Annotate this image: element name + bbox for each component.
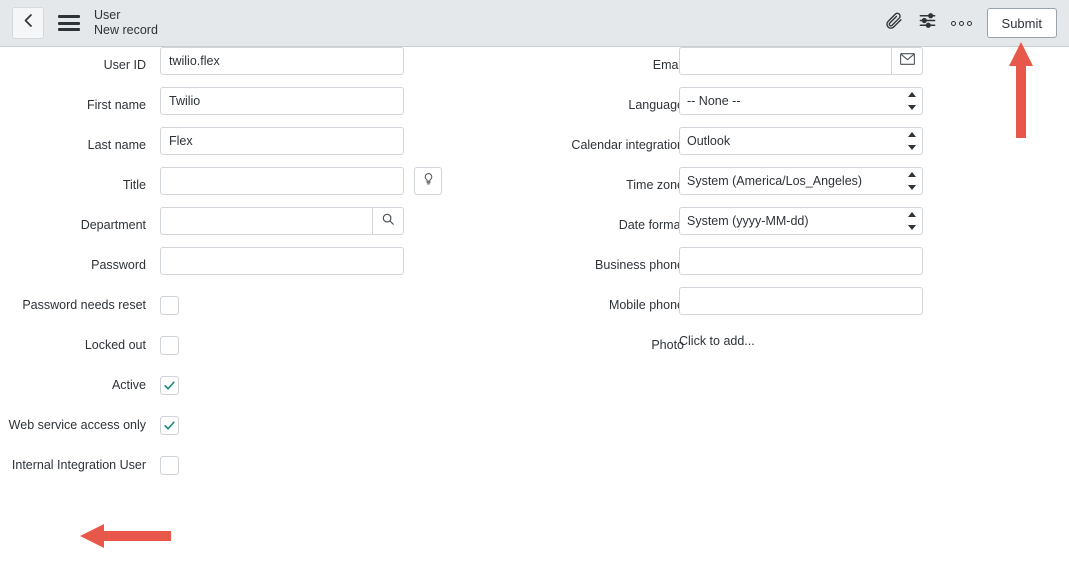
mobile-phone-input[interactable] xyxy=(679,287,923,315)
field-label: Locked out xyxy=(84,338,146,352)
field-label: User ID xyxy=(103,58,146,72)
hamburger-menu-icon[interactable] xyxy=(58,15,80,31)
form-column-right: Email Language -- None -- Calendar integ… xyxy=(520,47,1069,367)
field-password: Password xyxy=(0,247,520,287)
user-id-input[interactable] xyxy=(160,47,404,75)
envelope-icon xyxy=(899,52,915,70)
locked-out-checkbox[interactable] xyxy=(160,336,179,355)
field-web-service-access-only: Web service access only xyxy=(0,407,520,447)
search-icon xyxy=(381,212,395,231)
submit-button-header[interactable]: Submit xyxy=(986,8,1057,38)
form-column-left: User ID First name Last name Title xyxy=(0,47,520,487)
title-suggestion-button[interactable] xyxy=(414,167,443,195)
field-date-format: Date format System (yyyy-MM-dd) xyxy=(520,207,1069,247)
email-input[interactable] xyxy=(679,47,891,75)
last-name-input[interactable] xyxy=(160,127,404,155)
paperclip-icon xyxy=(884,11,903,35)
field-label: Web service access only xyxy=(8,418,146,432)
more-actions-button[interactable] xyxy=(945,6,979,40)
field-department: Department xyxy=(0,207,520,247)
field-time-zone: Time zone System (America/Los_Angeles) xyxy=(520,167,1069,207)
password-needs-reset-checkbox[interactable] xyxy=(160,296,179,315)
lightbulb-icon xyxy=(422,172,435,191)
field-label: Department xyxy=(80,218,146,232)
sliders-icon xyxy=(918,11,937,35)
field-label: Title xyxy=(122,178,146,192)
header-actions: Submit xyxy=(877,6,1069,40)
department-lookup-button[interactable] xyxy=(372,207,404,235)
field-user-id: User ID xyxy=(0,47,520,87)
field-photo: Photo Click to add... xyxy=(520,327,1069,367)
field-last-name: Last name xyxy=(0,127,520,167)
field-password-needs-reset: Password needs reset xyxy=(0,287,520,327)
field-mobile-phone: Mobile phone xyxy=(520,287,1069,327)
more-horizontal-icon xyxy=(951,20,973,26)
field-title: Title xyxy=(0,167,520,207)
page-title: User xyxy=(94,8,121,23)
business-phone-input[interactable] xyxy=(679,247,923,275)
field-label: Password needs reset xyxy=(22,298,146,312)
department-input[interactable] xyxy=(160,207,372,235)
field-first-name: First name xyxy=(0,87,520,127)
field-label: Mobile phone xyxy=(608,298,684,312)
record-state-label: New record xyxy=(94,23,158,37)
chevron-left-icon xyxy=(22,13,35,33)
field-label: Internal Integration User xyxy=(11,458,146,472)
photo-add-link[interactable]: Click to add... xyxy=(679,334,755,348)
field-business-phone: Business phone xyxy=(520,247,1069,287)
internal-integration-user-checkbox[interactable] xyxy=(160,456,179,475)
field-email: Email xyxy=(520,47,1069,87)
field-active: Active xyxy=(0,367,520,407)
field-calendar-integration: Calendar integration Outlook xyxy=(520,127,1069,167)
attachments-button[interactable] xyxy=(877,6,911,40)
field-label: Password xyxy=(91,258,146,272)
calendar-integration-select[interactable]: Outlook xyxy=(679,127,923,155)
date-format-select[interactable]: System (yyyy-MM-dd) xyxy=(679,207,923,235)
field-label: Last name xyxy=(87,138,146,152)
email-compose-button[interactable] xyxy=(891,47,923,75)
form-body: User ID First name Last name Title xyxy=(0,47,1069,562)
first-name-input[interactable] xyxy=(160,87,404,115)
field-label: First name xyxy=(86,98,146,112)
field-label: Business phone xyxy=(595,258,684,272)
field-language: Language -- None -- xyxy=(520,87,1069,127)
breadcrumb: User New record xyxy=(94,8,158,38)
field-label: Date format xyxy=(618,218,684,232)
field-locked-out: Locked out xyxy=(0,327,520,367)
active-checkbox[interactable] xyxy=(160,376,179,395)
password-input[interactable] xyxy=(160,247,404,275)
web-service-access-only-checkbox[interactable] xyxy=(160,416,179,435)
field-label: Active xyxy=(111,378,146,392)
page-header: User New record Submit xyxy=(0,0,1069,47)
field-label: Calendar integration xyxy=(571,138,684,152)
back-button[interactable] xyxy=(12,7,44,39)
field-label: Email xyxy=(652,58,684,72)
time-zone-select[interactable]: System (America/Los_Angeles) xyxy=(679,167,923,195)
field-label: Photo xyxy=(651,338,684,352)
field-internal-integration-user: Internal Integration User xyxy=(0,447,520,487)
field-label: Time zone xyxy=(626,178,684,192)
title-input[interactable] xyxy=(160,167,404,195)
user-form-page: User New record Submit User ID twilio.fl… xyxy=(0,0,1069,562)
personalize-form-button[interactable] xyxy=(911,6,945,40)
field-label: Language xyxy=(628,98,684,112)
language-select[interactable]: -- None -- xyxy=(679,87,923,115)
